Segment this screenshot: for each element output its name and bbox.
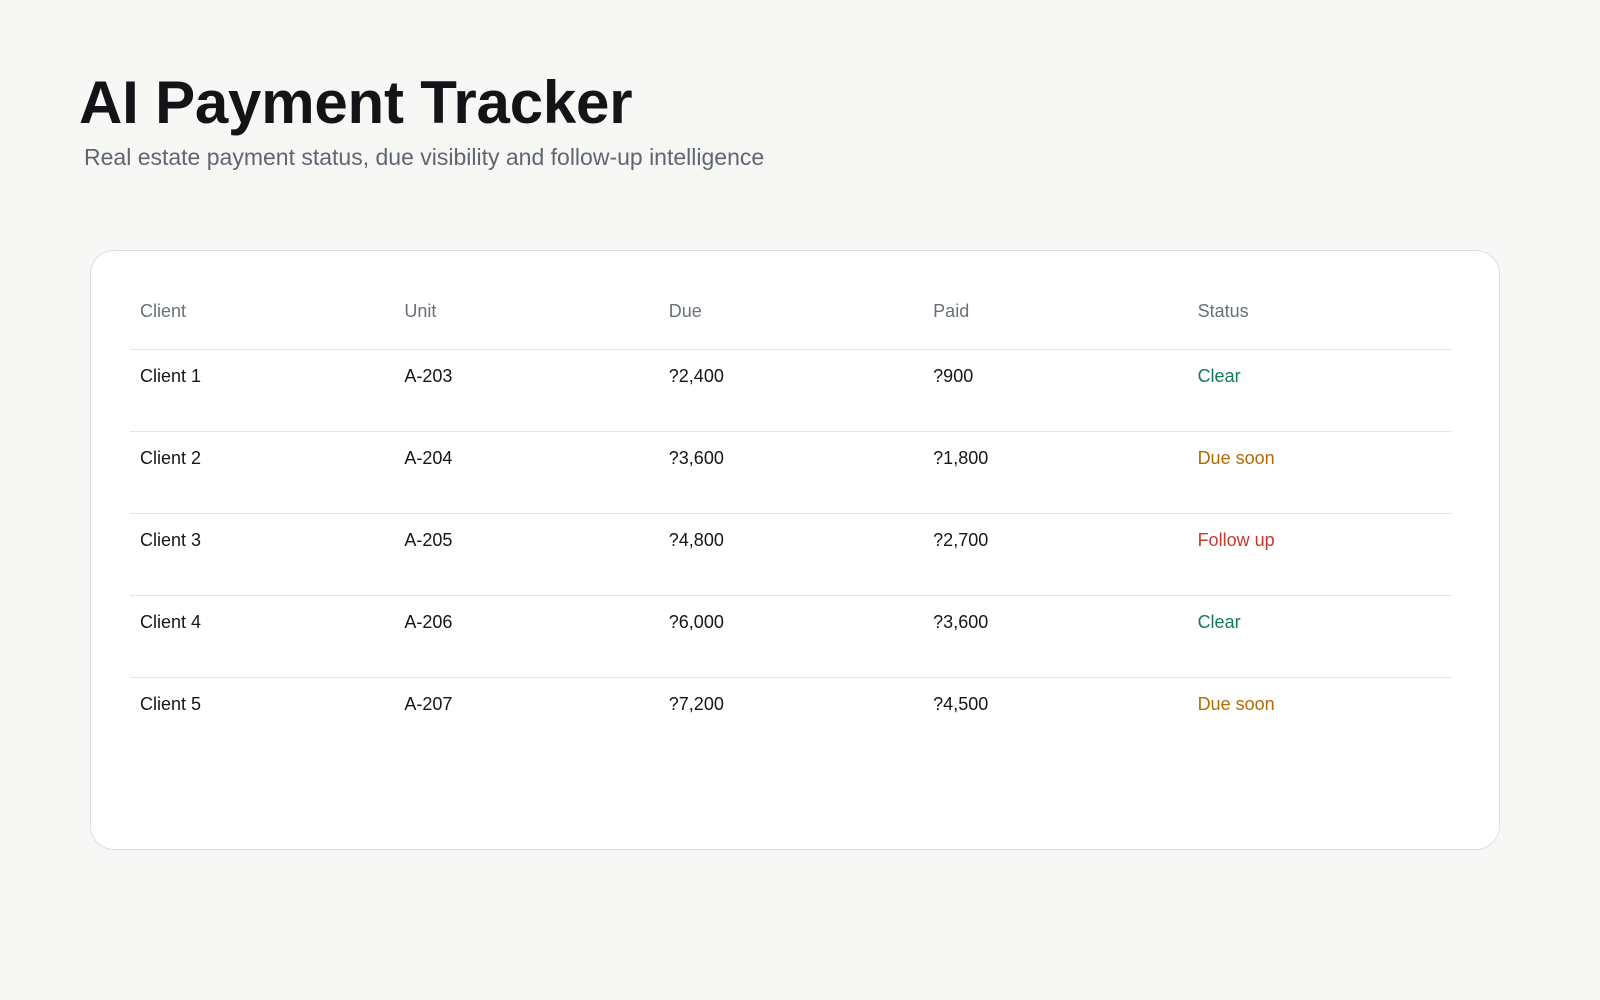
client-cell: Client 1 (130, 349, 395, 432)
due-cell: ?4,800 (658, 513, 924, 596)
paid-cell: ?2,700 (923, 513, 1188, 596)
payments-card: Client Unit Due Paid Status Client 1 A-2… (90, 250, 1500, 850)
due-cell: ?3,600 (658, 431, 924, 514)
paid-cell: ?4,500 (933, 693, 989, 714)
due-cell: ?7,200 (668, 693, 724, 714)
unit-cell: A-207 (404, 693, 453, 714)
column-header-status: Status (1187, 290, 1452, 350)
table-row: Client 1 A-203 ?2,400 ?900 Clear (130, 349, 1452, 432)
client-cell: Client 5 (140, 693, 202, 714)
column-header-due: Due (658, 290, 924, 350)
page-header: AI Payment Tracker Real estate payment s… (79, 68, 764, 172)
column-header-unit: Unit (394, 290, 659, 350)
unit-cell: A-203 (394, 349, 659, 432)
table-header-row: Client Unit Due Paid Status (130, 290, 1452, 350)
page-title: AI Payment Tracker (79, 69, 633, 136)
table-row: Client 2 A-204 ?3,600 ?1,800 Due soon (130, 431, 1452, 514)
status-cell: Clear (1187, 349, 1452, 432)
paid-cell: ?3,600 (923, 595, 1188, 678)
paid-cell: ?1,800 (923, 431, 1188, 514)
unit-cell: A-206 (394, 595, 659, 678)
column-header-paid: Paid (923, 290, 1188, 350)
unit-cell: A-204 (394, 431, 659, 514)
table-row: Client 3 A-205 ?4,800 ?2,700 Follow up (130, 513, 1452, 596)
table-row: Client 4 A-206 ?6,000 ?3,600 Clear (130, 595, 1452, 678)
page-subtitle: Real estate payment status, due visibili… (84, 144, 765, 170)
client-cell: Client 3 (130, 513, 395, 596)
due-cell: ?6,000 (658, 595, 924, 678)
client-cell: Client 2 (130, 431, 395, 514)
paid-cell: ?900 (923, 349, 1188, 432)
status-cell: Follow up (1187, 513, 1452, 596)
status-cell: Due soon (1197, 693, 1275, 714)
client-cell: Client 4 (130, 595, 395, 678)
column-header-client: Client (130, 290, 395, 350)
table-row: Client 5 A-207 ?7,200 ?4,500 Due soon (130, 677, 1452, 759)
status-cell: Clear (1187, 595, 1452, 678)
payments-table: Client Unit Due Paid Status Client 1 A-2… (130, 290, 1452, 759)
due-cell: ?2,400 (658, 349, 924, 432)
unit-cell: A-205 (394, 513, 659, 596)
status-cell: Due soon (1187, 431, 1452, 514)
